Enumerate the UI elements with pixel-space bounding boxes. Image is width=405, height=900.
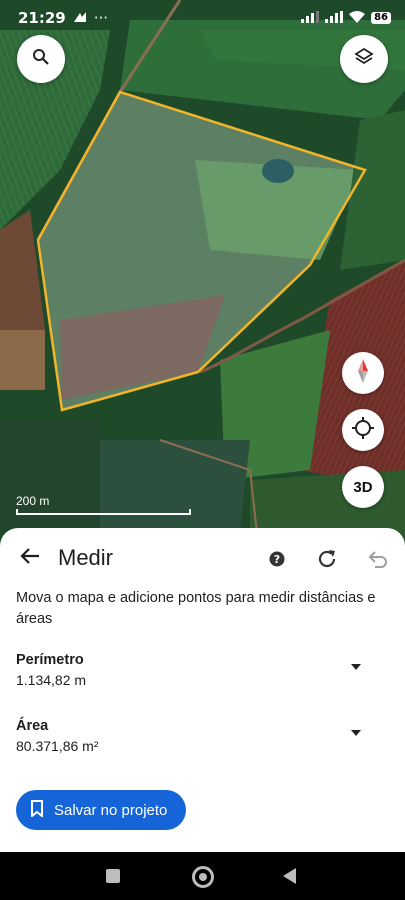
layers-icon — [354, 47, 374, 72]
signal-icon — [301, 9, 320, 27]
save-to-project-button[interactable]: Salvar no projeto — [16, 790, 187, 830]
3d-toggle-button[interactable]: 3D — [342, 466, 384, 508]
perimeter-row[interactable]: Perímetro 1.134,82 m — [16, 652, 389, 696]
wifi-icon — [349, 9, 366, 27]
recents-icon[interactable] — [106, 869, 120, 883]
back-nav-icon[interactable] — [283, 868, 296, 884]
map-view[interactable]: 21:29 ··· 86 3D 200 m — [0, 0, 405, 560]
more-notifications: ··· — [93, 9, 109, 27]
my-location-button[interactable] — [342, 409, 384, 451]
refresh-icon — [315, 550, 339, 575]
chevron-down-icon[interactable] — [351, 664, 361, 670]
status-bar: 21:29 ··· 86 — [0, 0, 405, 36]
sheet-header: Medir ? — [0, 542, 405, 576]
undo-icon — [365, 551, 389, 575]
help-icon: ? — [268, 551, 286, 572]
page-title: Medir — [58, 545, 114, 570]
area-label: Área — [16, 718, 49, 734]
chevron-down-icon[interactable] — [351, 730, 361, 736]
refresh-button[interactable] — [315, 547, 339, 571]
bookmark-icon — [30, 799, 44, 821]
scale-line — [16, 509, 191, 515]
compass-button[interactable] — [342, 352, 384, 394]
svg-text:?: ? — [274, 553, 280, 566]
instructions-text: Mova o mapa e adicione pontos para medir… — [16, 590, 376, 627]
area-row[interactable]: Área 80.371,86 m² — [16, 718, 389, 762]
battery-icon: 86 — [371, 12, 391, 24]
crosshair-icon — [351, 416, 375, 445]
clock: 21:29 — [18, 9, 66, 27]
measure-sheet: Medir ? Mova o mapa e adicione pontos pa… — [0, 528, 405, 852]
search-icon — [32, 48, 50, 71]
area-value: 80.371,86 m² — [16, 738, 99, 754]
scale-bar: 200 m — [16, 494, 191, 515]
perimeter-label: Perímetro — [16, 652, 84, 668]
arrow-back-icon — [20, 546, 40, 571]
undo-button[interactable] — [365, 547, 389, 571]
save-label: Salvar no projeto — [54, 801, 168, 819]
back-button[interactable] — [16, 544, 44, 572]
signal-icon-2 — [325, 9, 344, 27]
compass-icon — [353, 358, 373, 389]
layers-button[interactable] — [340, 35, 388, 83]
3d-label: 3D — [353, 478, 373, 496]
home-icon[interactable] — [192, 866, 214, 888]
scale-label: 200 m — [16, 494, 50, 508]
help-button[interactable]: ? — [268, 550, 286, 568]
system-nav-bar — [0, 852, 405, 900]
search-button[interactable] — [17, 35, 65, 83]
notification-icon — [73, 9, 87, 27]
perimeter-value: 1.134,82 m — [16, 672, 87, 688]
